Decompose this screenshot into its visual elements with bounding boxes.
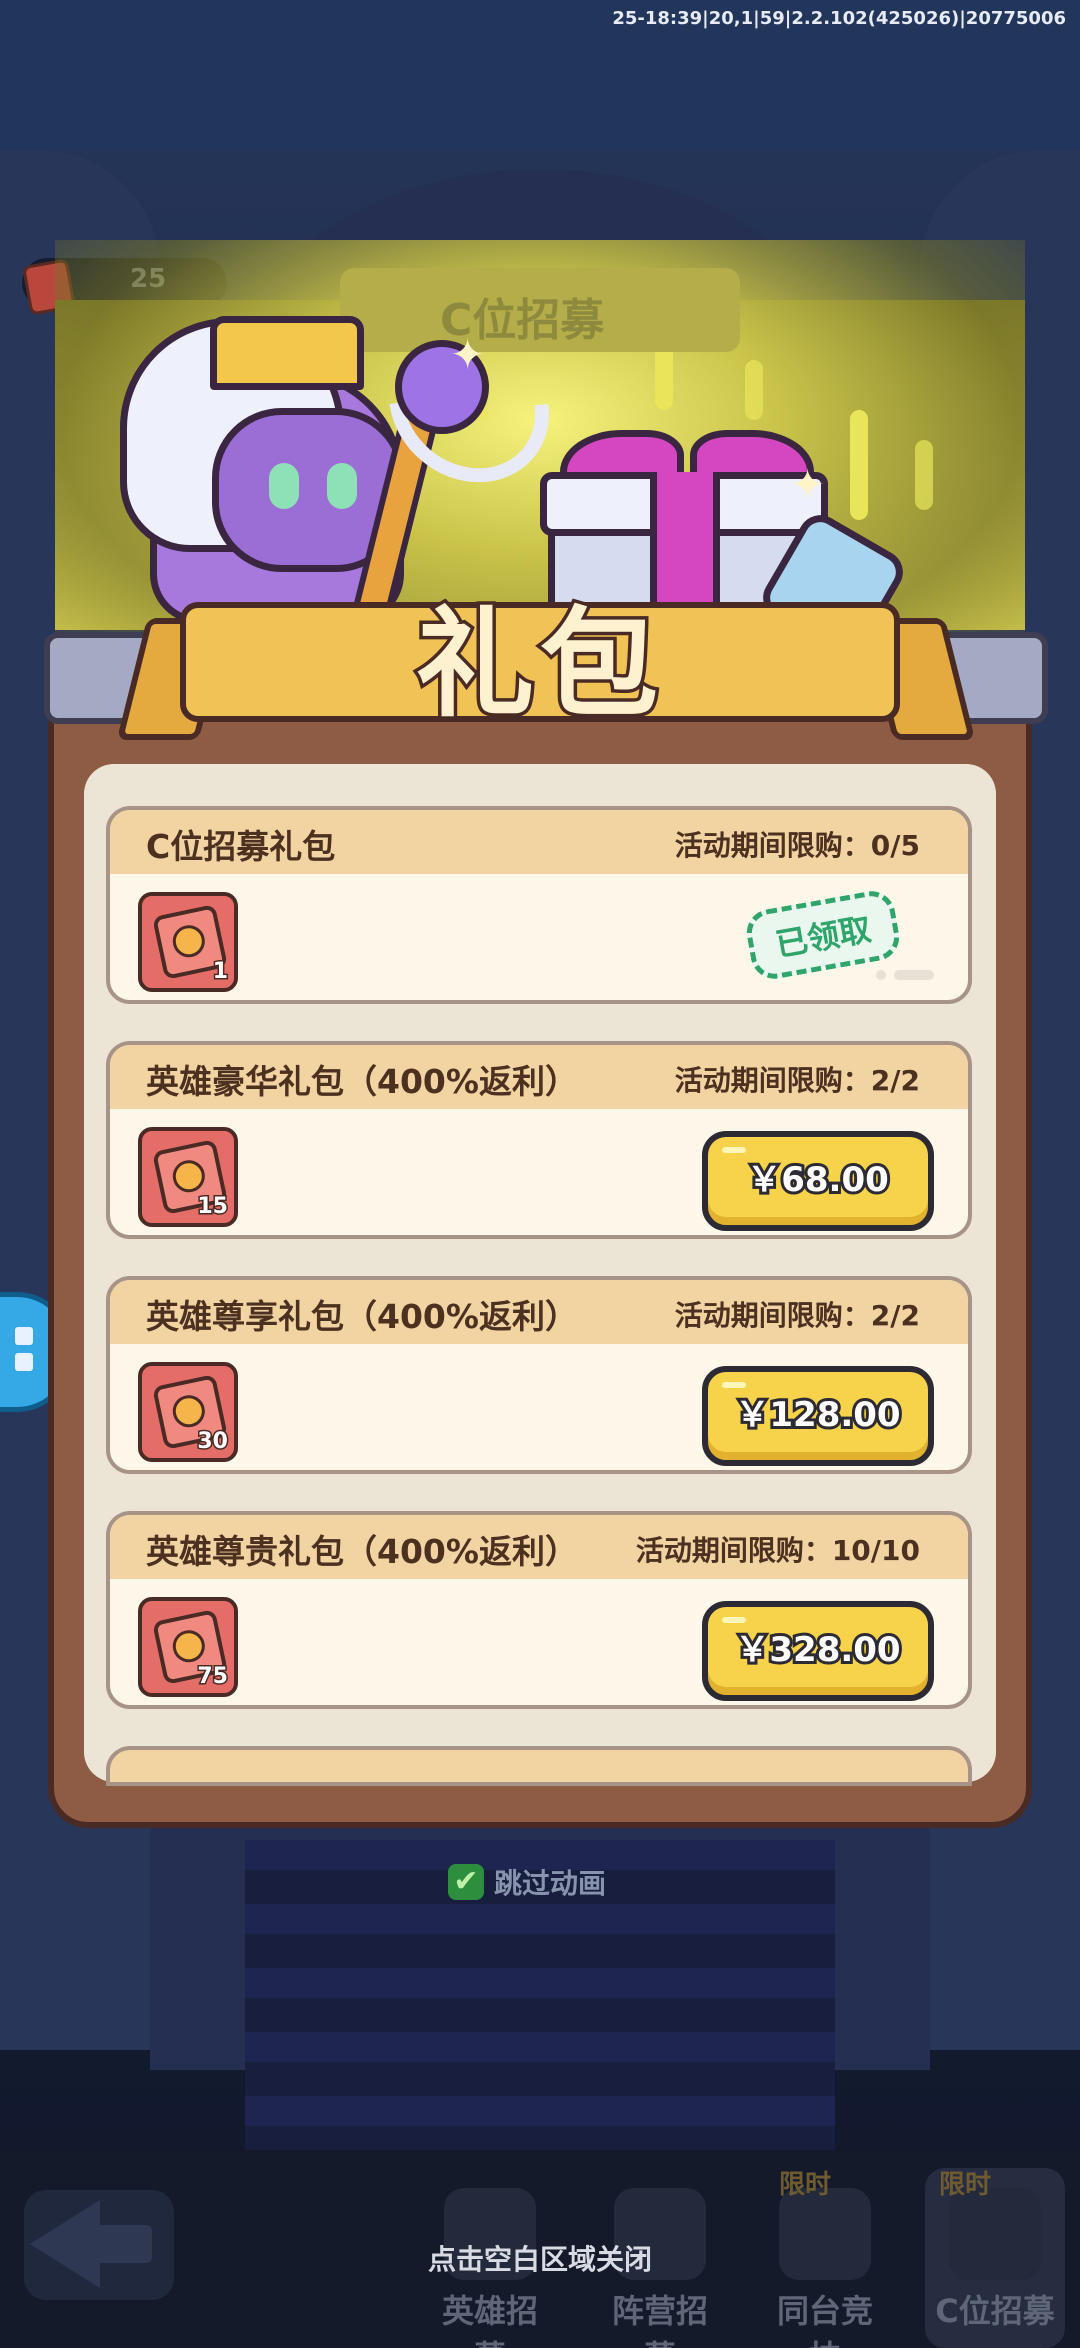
pack-card: C位招募礼包 活动期间限购：0/5 1 已领取	[106, 806, 972, 1004]
buy-button[interactable]: ￥328.00	[702, 1601, 934, 1701]
popup-title: 礼包	[412, 592, 664, 737]
decor-dots	[876, 970, 934, 980]
sparkle-icon: ✦	[790, 460, 826, 509]
pack-name: 英雄尊享礼包（400%返利）	[146, 1297, 578, 1336]
pack-card: 英雄尊贵礼包（400%返利） 活动期间限购：10/10 75 ￥328.00	[106, 1511, 972, 1709]
skip-animation-toggle[interactable]: ✔ 跳过动画	[448, 1862, 606, 1902]
check-icon: ✔	[448, 1864, 484, 1900]
pack-item[interactable]: 15	[138, 1127, 238, 1227]
pack-name: 英雄尊贵礼包（400%返利）	[146, 1532, 578, 1571]
banner-title: C位招募	[340, 268, 740, 352]
pack-item[interactable]: 30	[138, 1362, 238, 1462]
nav-label: C位招募	[935, 2292, 1055, 2330]
pack-limit: 活动期间限购：10/10	[635, 1534, 920, 1567]
hero-eye	[269, 463, 299, 509]
pack-limit: 活动期间限购：0/5	[674, 829, 920, 862]
pack-card: 英雄豪华礼包（400%返利） 活动期间限购：2/2 15 ￥68.00	[106, 1041, 972, 1239]
pack-limit: 活动期间限购：2/2	[674, 1299, 920, 1332]
menu-grid-icon	[15, 1327, 33, 1345]
skip-animation-label: 跳过动画	[494, 1867, 607, 1900]
close-hint: 点击空白区域关闭	[427, 2243, 652, 2276]
buy-button[interactable]: ￥68.00	[702, 1131, 934, 1231]
item-count: 15	[196, 1193, 230, 1221]
buy-button[interactable]: ￥128.00	[702, 1366, 934, 1466]
pack-item[interactable]: 75	[138, 1597, 238, 1697]
limited-badge: 限时	[779, 2170, 832, 2200]
pack-card: 英雄尊享礼包（400%返利） 活动期间限购：2/2 30 ￥128.00	[106, 1276, 972, 1474]
nav-label: 同台竞技	[776, 2292, 873, 2348]
claimed-stamp: 已领取	[743, 887, 903, 983]
menu-grid-icon	[15, 1353, 33, 1371]
debug-info: 25-18:39|20,1|59|2.2.102(425026)|2077500…	[612, 8, 1066, 29]
pack-limit: 活动期间限购：2/2	[674, 1064, 920, 1097]
item-count: 75	[196, 1663, 230, 1691]
limited-badge: 限时	[939, 2170, 992, 2200]
hero-eye	[327, 463, 357, 509]
sparkle-icon: ✦	[450, 330, 486, 379]
item-count: 30	[196, 1428, 230, 1456]
item-count: 1	[211, 958, 229, 986]
crown-icon	[210, 316, 364, 390]
nav-label: 阵营招募	[611, 2292, 708, 2348]
pack-name: C位招募礼包	[146, 827, 336, 866]
nav-label: 英雄招募	[441, 2292, 538, 2348]
next-pack-card-peek	[106, 1746, 972, 1786]
pack-item[interactable]: 1	[138, 892, 238, 992]
pack-name: 英雄豪华礼包（400%返利）	[146, 1062, 578, 1101]
